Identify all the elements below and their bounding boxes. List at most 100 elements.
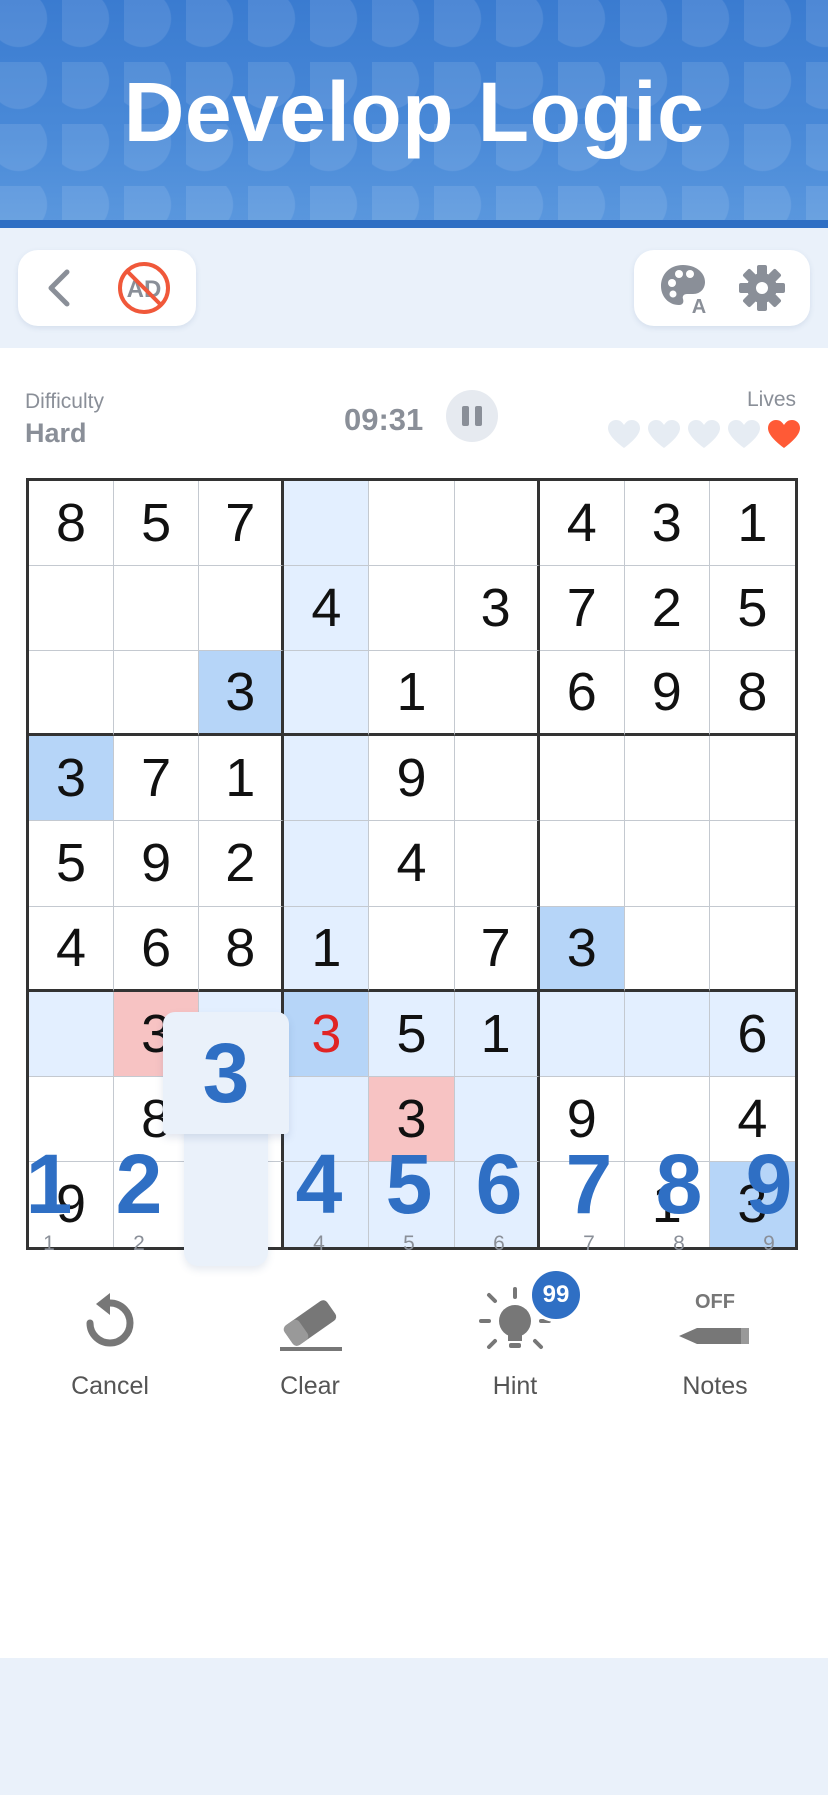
- difficulty-label: Difficulty: [25, 390, 104, 413]
- numpad-key-2[interactable]: 22: [94, 1138, 184, 1256]
- board-cell-r6-c6[interactable]: 7: [454, 906, 540, 992]
- board-cell-r3-c4[interactable]: [284, 651, 370, 737]
- board-cell-r2-c3[interactable]: [199, 566, 285, 652]
- board-cell-r2-c1[interactable]: [29, 566, 115, 652]
- board-cell-r6-c1[interactable]: 4: [29, 906, 115, 992]
- hint-label: Hint: [492, 1372, 538, 1400]
- board-cell-r3-c3[interactable]: 3: [199, 651, 285, 737]
- board-cell-r1-c6[interactable]: [454, 481, 540, 567]
- numpad-key-number: 2: [115, 1137, 163, 1231]
- numpad-key-9[interactable]: 99: [724, 1138, 814, 1256]
- board-cell-r2-c7[interactable]: 7: [539, 566, 625, 652]
- board-cell-r5-c1[interactable]: 5: [29, 821, 115, 907]
- numpad-key-7[interactable]: 77: [544, 1138, 634, 1256]
- board-cell-r6-c9[interactable]: [709, 907, 795, 992]
- board-cell-r4-c4[interactable]: [284, 736, 370, 822]
- heart-empty-icon: [688, 420, 720, 448]
- pause-button[interactable]: [446, 390, 498, 442]
- board-cell-r1-c7[interactable]: 4: [539, 481, 625, 567]
- board-cell-r3-c8[interactable]: 9: [624, 651, 710, 737]
- numpad-key-6[interactable]: 66: [454, 1138, 544, 1256]
- numpad-key-count: 5: [403, 1232, 415, 1255]
- board-cell-r4-c5[interactable]: 9: [369, 736, 455, 822]
- numpad-key-5[interactable]: 55: [364, 1138, 454, 1256]
- board-cell-r7-c6[interactable]: 1: [454, 991, 540, 1077]
- board-cell-r7-c7[interactable]: [539, 991, 625, 1077]
- action-bar: Cancel Clear Hint 99 OFF Notes: [0, 1268, 828, 1408]
- active-key-popup[interactable]: 3: [163, 1012, 289, 1134]
- promo-banner: Develop Logic: [0, 0, 828, 228]
- numpad-key-count: 8: [673, 1232, 685, 1255]
- board-cell-r5-c8[interactable]: [624, 821, 710, 907]
- board-cell-r1-c3[interactable]: 7: [199, 481, 285, 567]
- numpad-key-4[interactable]: 44: [274, 1138, 364, 1256]
- board-cell-r5-c5[interactable]: 4: [369, 821, 455, 907]
- clear-button[interactable]: Clear: [220, 1278, 400, 1401]
- board-cell-r3-c9[interactable]: 8: [709, 651, 795, 737]
- undo-icon: [20, 1278, 200, 1368]
- board-cell-r2-c8[interactable]: 2: [624, 566, 710, 652]
- remove-ads-button[interactable]: AD: [114, 258, 174, 318]
- board-cell-r4-c6[interactable]: [454, 736, 540, 822]
- board-cell-r3-c7[interactable]: 6: [539, 651, 625, 737]
- board-cell-r3-c6[interactable]: [454, 651, 540, 737]
- clear-label: Clear: [280, 1372, 340, 1400]
- gear-icon: [739, 265, 785, 311]
- board-cell-r1-c9[interactable]: 1: [709, 481, 795, 567]
- board-cell-r6-c2[interactable]: 6: [114, 906, 200, 992]
- board-cell-r3-c5[interactable]: 1: [369, 651, 455, 737]
- cancel-button[interactable]: Cancel: [20, 1278, 200, 1401]
- theme-button[interactable]: A: [654, 258, 714, 318]
- settings-button[interactable]: [732, 258, 792, 318]
- numpad-key-8[interactable]: 88: [634, 1138, 724, 1256]
- numpad-key-number: 1: [25, 1137, 73, 1231]
- board-cell-r1-c1[interactable]: 8: [29, 481, 115, 567]
- board-cell-r5-c6[interactable]: [454, 821, 540, 907]
- numpad-key-number: 9: [745, 1137, 793, 1231]
- board-cell-r6-c4[interactable]: 1: [284, 906, 370, 992]
- board-cell-r7-c8[interactable]: [624, 991, 710, 1077]
- notes-label: Notes: [682, 1372, 748, 1400]
- notes-button[interactable]: OFF Notes: [625, 1278, 805, 1401]
- numpad-key-count: 6: [493, 1232, 505, 1255]
- board-cell-r6-c3[interactable]: 8: [199, 906, 285, 992]
- board-cell-r5-c2[interactable]: 9: [114, 821, 200, 907]
- board-cell-r4-c1[interactable]: 3: [29, 736, 115, 822]
- board-cell-r6-c8[interactable]: [624, 906, 710, 992]
- board-cell-r2-c9[interactable]: 5: [709, 566, 795, 652]
- board-cell-r3-c2[interactable]: [114, 651, 200, 737]
- heart-full-icon: [768, 420, 800, 448]
- board-cell-r7-c5[interactable]: 5: [369, 991, 455, 1077]
- board-cell-r5-c3[interactable]: 2: [199, 821, 285, 907]
- board-cell-r1-c4[interactable]: [284, 481, 370, 567]
- heart-empty-icon: [608, 420, 640, 448]
- board-cell-r3-c1[interactable]: [29, 651, 115, 737]
- board-cell-r6-c7[interactable]: 3: [539, 906, 625, 992]
- board-cell-r5-c9[interactable]: [709, 821, 795, 907]
- board-cell-r5-c4[interactable]: [284, 821, 370, 907]
- numpad-key-1[interactable]: 11: [4, 1138, 94, 1256]
- board-cell-r7-c1[interactable]: [29, 991, 115, 1077]
- board-cell-r7-c9[interactable]: 6: [709, 991, 795, 1077]
- board-cell-r2-c2[interactable]: [114, 566, 200, 652]
- board-cell-r7-c4[interactable]: 3: [284, 991, 370, 1077]
- board-cell-r2-c4[interactable]: 4: [284, 566, 370, 652]
- back-button[interactable]: [30, 258, 90, 318]
- board-cell-r4-c3[interactable]: 1: [199, 736, 285, 822]
- board-cell-r1-c8[interactable]: 3: [624, 481, 710, 567]
- board-cell-r4-c2[interactable]: 7: [114, 736, 200, 822]
- board-cell-r4-c9[interactable]: [709, 736, 795, 822]
- board-cell-r1-c5[interactable]: [369, 481, 455, 567]
- lives-hearts: [606, 418, 802, 450]
- board-cell-r5-c7[interactable]: [539, 821, 625, 907]
- hint-button[interactable]: Hint 99: [425, 1268, 605, 1401]
- board-cell-r2-c5[interactable]: [369, 566, 455, 652]
- footer-area: [0, 1658, 828, 1795]
- numpad-key-number: 7: [565, 1137, 613, 1231]
- board-cell-r1-c2[interactable]: 5: [114, 481, 200, 567]
- numpad-key-count: 7: [583, 1232, 595, 1255]
- board-cell-r4-c8[interactable]: [624, 736, 710, 822]
- board-cell-r6-c5[interactable]: [369, 906, 455, 992]
- board-cell-r2-c6[interactable]: 3: [454, 566, 540, 652]
- board-cell-r4-c7[interactable]: [539, 736, 625, 822]
